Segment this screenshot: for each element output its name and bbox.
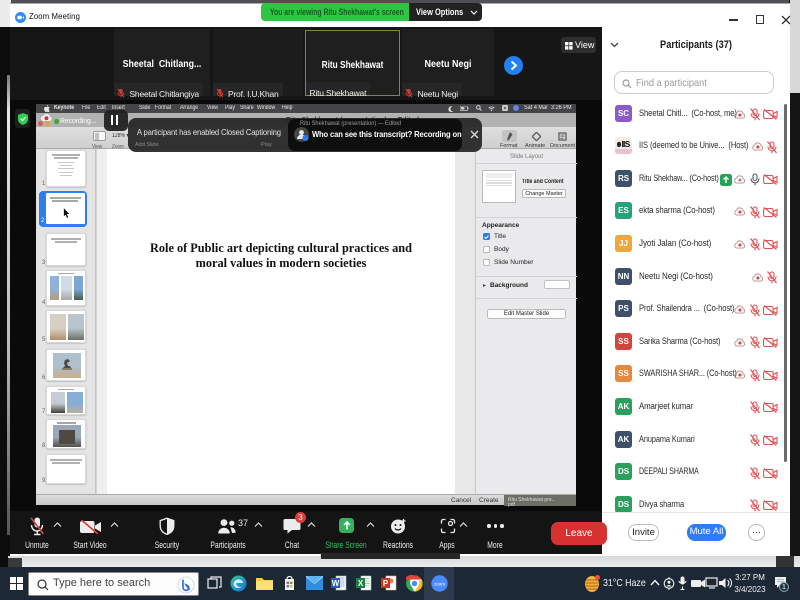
svg-text:zoom: zoom <box>434 582 445 587</box>
svg-text:P: P <box>383 579 389 588</box>
svg-text:W: W <box>332 579 340 588</box>
svg-text:X: X <box>358 579 364 588</box>
